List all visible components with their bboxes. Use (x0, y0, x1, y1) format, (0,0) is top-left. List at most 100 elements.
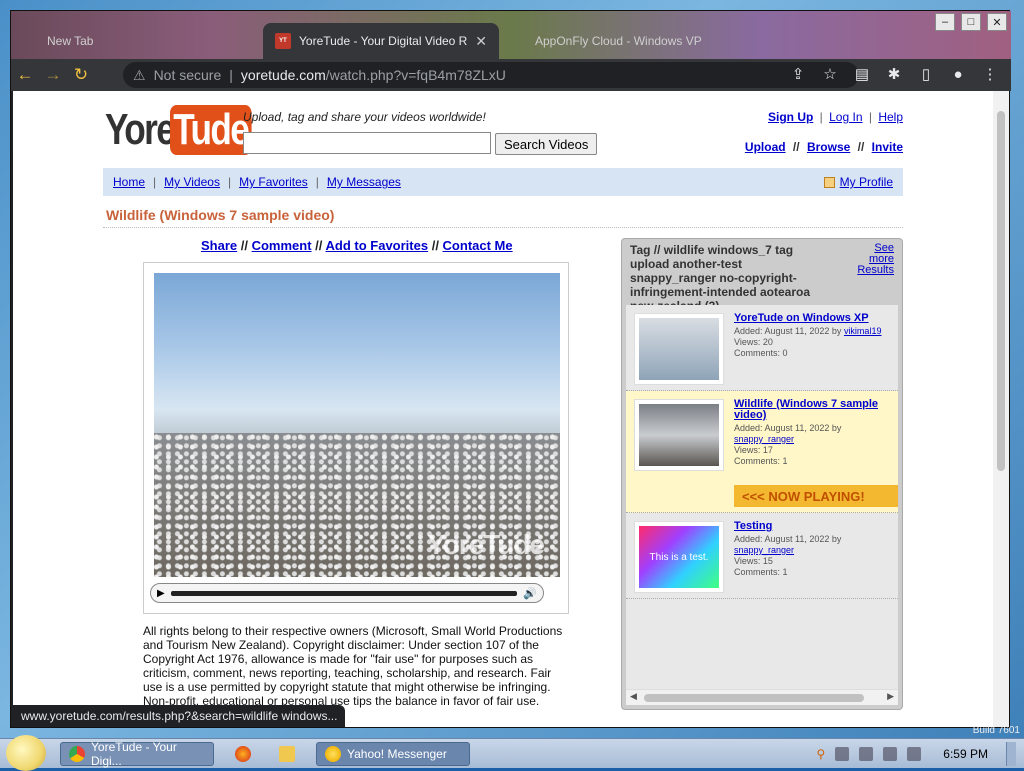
maximize-icon[interactable]: □ (961, 13, 981, 31)
sign-up-link[interactable]: Sign Up (768, 110, 813, 124)
build-label: Build 7601 (972, 725, 1020, 736)
reload-icon[interactable]: ↻ (67, 61, 95, 89)
logo-tude: Tude (169, 105, 252, 155)
action-links: Upload // Browse // Invite (744, 140, 903, 154)
browse-link[interactable]: Browse (807, 140, 850, 154)
taskbar-explorer[interactable] (274, 742, 300, 766)
upload-link[interactable]: Upload (745, 140, 786, 154)
result-info: Testing Added: August 11, 2022 by snappy… (734, 521, 898, 578)
result-thumbnail[interactable] (634, 399, 724, 471)
video-player: YoreTude ▶ 🔊 (143, 262, 569, 614)
share-link[interactable]: Share (201, 238, 237, 253)
search-icon[interactable]: ⚲ (817, 747, 826, 761)
add-to-favorites-link[interactable]: Add to Favorites (326, 238, 429, 253)
video-actions: Share // Comment // Add to Favorites // … (201, 238, 513, 253)
help-link[interactable]: Help (878, 110, 903, 124)
tab-label: AppOnFly Cloud - Windows VP (535, 34, 702, 48)
page-vertical-scrollbar[interactable] (993, 91, 1009, 727)
flag-icon[interactable]: ▤ (851, 63, 873, 85)
nav-home[interactable]: Home (113, 175, 145, 189)
tab-yoretude[interactable]: YT YoreTude - Your Digital Video Re ✕ (263, 23, 499, 59)
results-horizontal-scrollbar[interactable]: ◀ ▶ (626, 689, 898, 705)
invite-link[interactable]: Invite (872, 140, 903, 154)
taskbar-firefox[interactable] (230, 742, 256, 766)
search-input[interactable] (243, 132, 491, 154)
url-host: yoretude.com (240, 67, 326, 83)
comment-link[interactable]: Comment (252, 238, 312, 253)
account-links: Sign Up | Log In | Help (767, 110, 903, 124)
taskbar-yahoo-messenger[interactable]: Yahoo! Messenger (316, 742, 470, 766)
contact-me-link[interactable]: Contact Me (443, 238, 513, 253)
result-title[interactable]: YoreTude on Windows XP (734, 313, 898, 324)
volume-tray-icon[interactable] (907, 747, 922, 761)
share-icon[interactable]: ⇪ (787, 63, 809, 85)
nav-my-videos[interactable]: My Videos (164, 175, 220, 189)
show-desktop-button[interactable] (1006, 742, 1016, 766)
player-controls: ▶ 🔊 (150, 583, 544, 603)
video-frame[interactable]: YoreTude (154, 273, 560, 577)
tab-new-tab[interactable]: New Tab (35, 23, 105, 59)
network-tray-icon[interactable] (883, 747, 898, 761)
search-button[interactable]: Search Videos (495, 133, 598, 155)
tagline: Upload, tag and share your videos worldw… (243, 110, 486, 124)
extensions-icon[interactable]: ✱ (883, 63, 905, 85)
tab-strip: New Tab YT YoreTude - Your Digital Video… (11, 11, 1011, 59)
wildlife-thumb (639, 404, 719, 466)
separator: | (229, 67, 233, 83)
result-thumbnail[interactable]: This is a test. (634, 521, 724, 593)
log-in-link[interactable]: Log In (829, 110, 862, 124)
back-icon[interactable]: ← (11, 61, 39, 89)
result-info: YoreTude on Windows XP Added: August 11,… (734, 313, 898, 359)
security-label: Not secure (153, 67, 222, 83)
result-user[interactable]: snappy_ranger (734, 434, 794, 444)
browser-toolbar: ← → ↻ ⚠ Not secure | yoretude.com/watch.… (11, 59, 1011, 91)
play-icon[interactable]: ▶ (157, 588, 165, 599)
nav-my-messages[interactable]: My Messages (327, 175, 401, 189)
close-icon[interactable]: ✕ (475, 33, 487, 50)
sidepanel-icon[interactable]: ▯ (915, 63, 937, 85)
result-title[interactable]: Wildlife (Windows 7 sample video) (734, 399, 898, 421)
main-nav: Home | My Videos | My Favorites | My Messag… (103, 168, 903, 196)
tag-heading: Tag // wildlife windows_7 tag upload ano… (630, 243, 811, 313)
my-profile[interactable]: My Profile (823, 175, 893, 189)
close-window-icon[interactable]: ✕ (987, 13, 1007, 31)
url-path: /watch.php?v=fqB4m78ZLxU (325, 67, 506, 83)
result-thumbnail[interactable] (634, 313, 724, 385)
menu-icon[interactable]: ⋮ (979, 63, 1001, 85)
flag-tray-icon[interactable] (859, 747, 874, 761)
result-comments: Comments: 0 (734, 348, 788, 358)
address-bar[interactable]: ⚠ Not secure | yoretude.com/watch.php?v=… (123, 62, 859, 88)
profile-icon[interactable]: ● (947, 63, 969, 85)
result-user[interactable]: snappy_ranger (734, 545, 794, 555)
toolbar-icons: ⇪ ☆ ▤ ✱ ▯ ● ⋮ (787, 63, 1001, 85)
profile-card-icon (823, 176, 835, 188)
chrome-icon (69, 746, 85, 762)
forward-icon[interactable]: → (39, 61, 67, 89)
tab-label: YoreTude - Your Digital Video Re (299, 34, 467, 48)
result-title[interactable]: Testing (734, 521, 898, 532)
minimize-icon[interactable]: – (935, 13, 955, 31)
scroll-thumb[interactable] (644, 694, 864, 702)
messenger-tray-icon[interactable] (835, 747, 850, 761)
taskbar-chrome[interactable]: YoreTude - Your Digi... (60, 740, 214, 768)
page-scroll-thumb[interactable] (997, 111, 1005, 471)
my-profile-link[interactable]: My Profile (840, 175, 893, 189)
result-item: YoreTude on Windows XP Added: August 11,… (626, 305, 898, 391)
result-comments: Comments: 1 (734, 456, 788, 466)
xp-screenshot-thumb (639, 318, 719, 380)
result-user[interactable]: vikimal19 (844, 326, 882, 336)
seek-bar[interactable] (170, 590, 518, 596)
clock[interactable]: 6:59 PM (943, 747, 988, 761)
nav-my-favorites[interactable]: My Favorites (239, 175, 308, 189)
start-button[interactable] (6, 735, 46, 771)
scroll-right-icon[interactable]: ▶ (887, 691, 894, 702)
volume-icon[interactable]: 🔊 (523, 587, 537, 600)
browser-window: New Tab YT YoreTude - Your Digital Video… (10, 10, 1011, 728)
taskbar: YoreTude - Your Digi... Yahoo! Messenger… (0, 735, 1024, 771)
star-icon[interactable]: ☆ (819, 63, 841, 85)
taskbar-yahoo-label: Yahoo! Messenger (347, 747, 447, 761)
see-more-results-link[interactable]: See more Results (857, 242, 894, 276)
result-added: Added: August 11, 2022 by (734, 326, 842, 336)
tab-apponfly[interactable]: AppOnFly Cloud - Windows VP (523, 23, 714, 59)
scroll-left-icon[interactable]: ◀ (630, 691, 637, 702)
